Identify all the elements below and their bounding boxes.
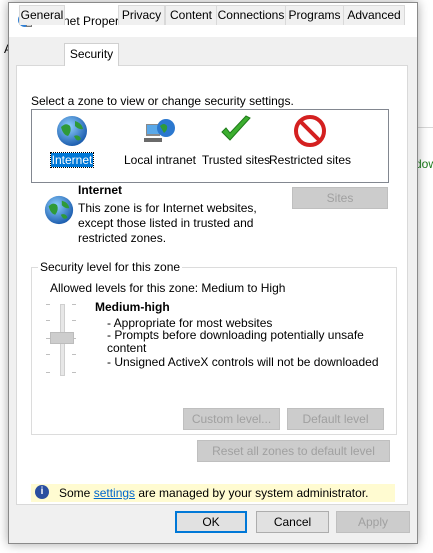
globe-icon — [57, 116, 87, 146]
level-bullet: - Prompts before downloading potentially… — [107, 328, 364, 355]
security-level-slider[interactable] — [44, 268, 80, 388]
ok-button[interactable]: OK — [175, 511, 247, 533]
admin-notice-text: Some settings are managed by your system… — [59, 486, 369, 500]
zone-label: Internet — [49, 152, 95, 168]
restricted-icon — [294, 115, 326, 147]
zone-label: Local intranet — [123, 153, 197, 167]
level-name: Medium-high — [95, 300, 170, 314]
slider-tick — [46, 304, 50, 305]
zone-restricted-sites[interactable]: Restricted sites — [268, 114, 352, 166]
security-tab-panel: Select a zone to view or change security… — [16, 65, 408, 505]
custom-level-button[interactable]: Custom level... — [183, 408, 280, 430]
sites-button[interactable]: Sites — [292, 187, 388, 209]
globe-icon — [44, 195, 74, 225]
settings-link[interactable]: settings — [94, 486, 135, 500]
security-level-group: Security level for this zone Allowed lev… — [31, 260, 397, 435]
slider-tick — [46, 320, 50, 321]
default-level-button[interactable]: Default level — [287, 408, 384, 430]
internet-properties-dialog: Internet Properties ? ✕ General Security… — [8, 2, 418, 544]
tab-general[interactable]: General — [19, 5, 65, 25]
slider-thumb[interactable] — [50, 332, 74, 344]
allowed-levels-label: Allowed levels for this zone: Medium to … — [50, 281, 286, 295]
zone-title: Internet — [78, 183, 123, 197]
admin-notice: i Some settings are managed by your syst… — [31, 484, 395, 502]
apply-button[interactable]: Apply — [336, 511, 410, 533]
tab-security[interactable]: Security — [64, 43, 119, 66]
zone-description: This zone is for Internet websites, exce… — [78, 201, 257, 245]
reset-all-zones-button[interactable]: Reset all zones to default level — [197, 440, 390, 462]
zone-list[interactable]: Internet Local intranet Trusted sites Re… — [31, 109, 389, 183]
intranet-icon — [144, 119, 175, 142]
slider-tick — [72, 354, 76, 355]
tab-advanced[interactable]: Advanced — [343, 5, 405, 25]
slider-tick — [72, 304, 76, 305]
zone-label: Trusted sites — [201, 153, 271, 167]
zone-internet[interactable]: Internet — [32, 114, 112, 168]
checkmark-icon — [221, 115, 251, 141]
zone-local-intranet[interactable]: Local intranet — [120, 114, 200, 166]
tab-content[interactable]: Content — [165, 5, 217, 25]
level-bullet: - Unsigned ActiveX controls will not be … — [107, 355, 379, 369]
tab-privacy[interactable]: Privacy — [118, 5, 165, 25]
zone-label: Restricted sites — [268, 153, 352, 167]
zone-prompt: Select a zone to view or change security… — [31, 94, 294, 108]
cancel-button[interactable]: Cancel — [256, 511, 329, 533]
info-icon: i — [35, 485, 49, 499]
slider-tick — [46, 372, 50, 373]
slider-tick — [72, 320, 76, 321]
slider-tick — [46, 354, 50, 355]
zone-trusted-sites[interactable]: Trusted sites — [196, 114, 276, 166]
tab-programs[interactable]: Programs — [285, 5, 344, 25]
slider-tick — [72, 372, 76, 373]
tab-connections[interactable]: Connections — [216, 5, 286, 25]
